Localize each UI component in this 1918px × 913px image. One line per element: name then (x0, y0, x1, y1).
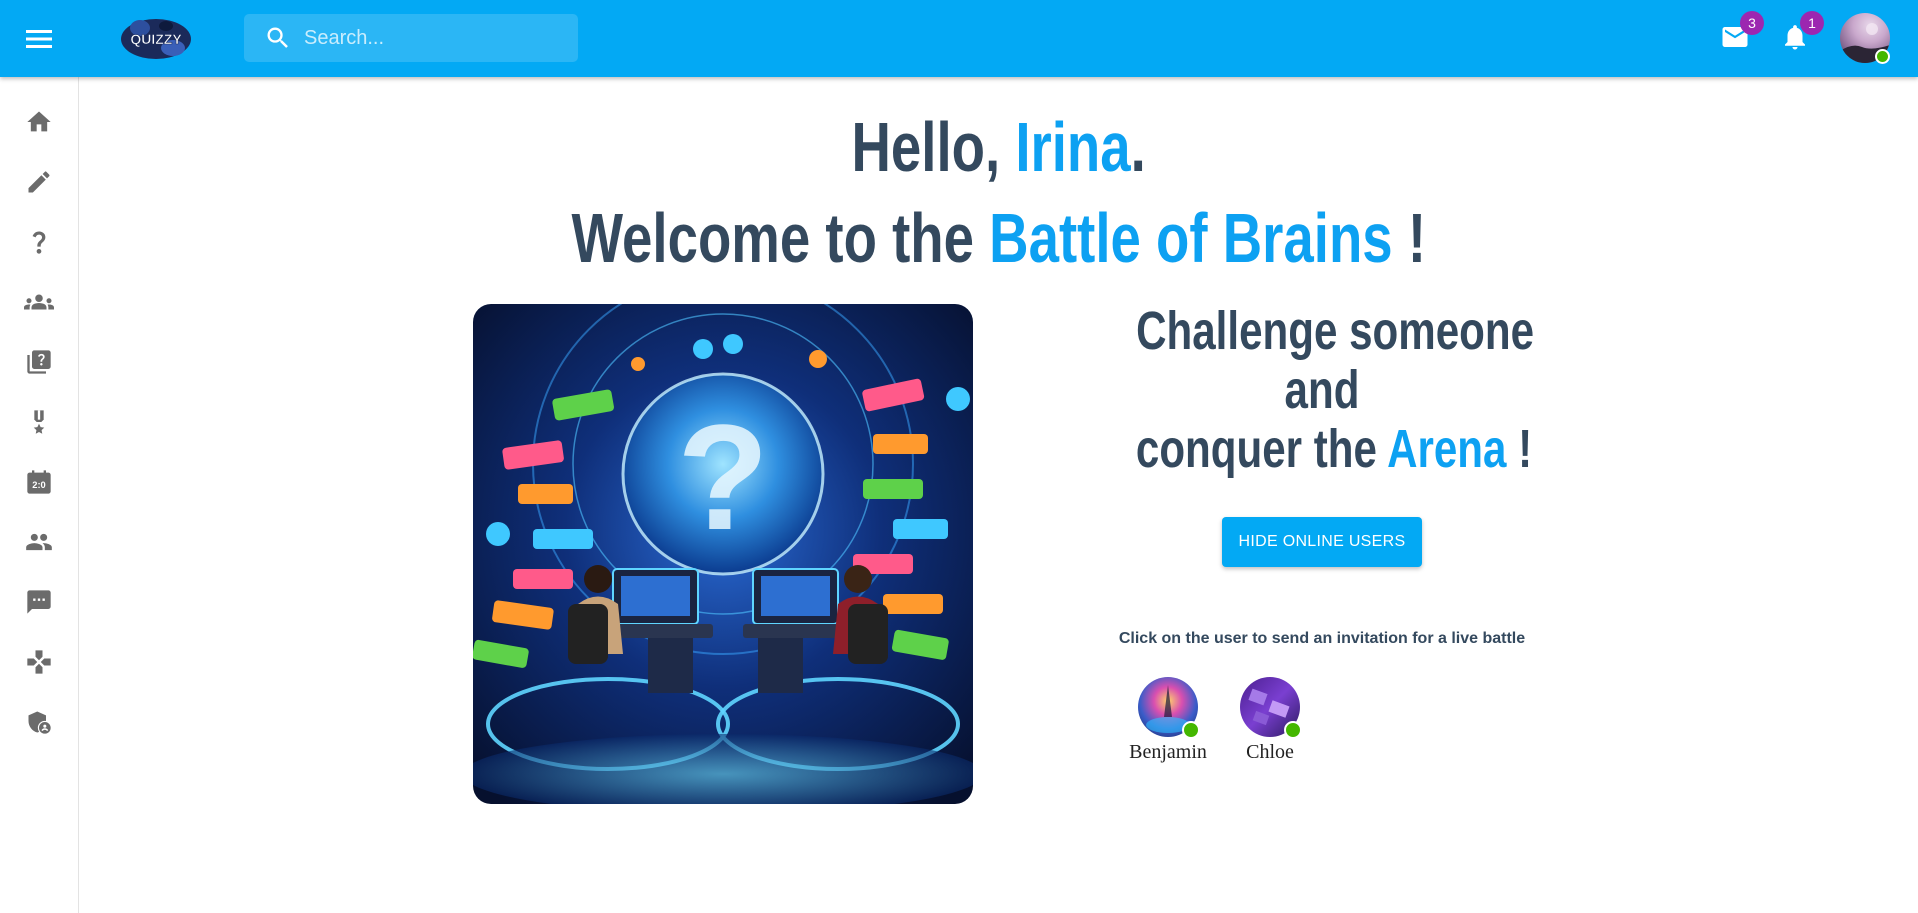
sidebar-item-admin[interactable] (21, 704, 57, 740)
chat-icon (27, 590, 51, 614)
svg-text:2:0: 2:0 (32, 480, 45, 490)
online-status-dot (1182, 721, 1200, 739)
sidebar-item-scores[interactable]: 2:0 (21, 464, 57, 500)
search-icon (267, 27, 288, 48)
battle-of-brains-text: Battle of Brains (989, 199, 1393, 277)
sidebar-item-quizzes[interactable] (21, 344, 57, 380)
hide-online-users-button[interactable]: HIDE ONLINE USERS (1222, 517, 1422, 567)
question-icon (32, 231, 46, 254)
mail-button[interactable]: 3 (1718, 11, 1764, 54)
challenge-heading: Challenge someone and conquer the Arena … (1080, 302, 1564, 479)
app-bar: QUIZZY 3 1 (0, 0, 1918, 77)
notifications-button[interactable]: 1 (1778, 11, 1824, 54)
challenge-line1: Challenge someone (1136, 301, 1535, 361)
hello-text: Hello, (851, 108, 1001, 186)
user-name-label: Benjamin (1129, 741, 1207, 763)
challenge-line2: and (1284, 360, 1360, 420)
search-bar[interactable] (244, 14, 578, 62)
scoreboard-icon: 2:0 (27, 470, 51, 494)
greeting-heading: Hello, Irina. (80, 108, 1918, 186)
arena-text: Arena (1387, 419, 1507, 479)
sidebar-item-groups[interactable] (21, 284, 57, 320)
sidebar-item-games[interactable] (21, 644, 57, 680)
admin-shield-icon (28, 711, 51, 734)
gamepad-icon (27, 650, 51, 674)
pencil-icon (28, 171, 50, 193)
home-icon (27, 111, 51, 132)
sidebar-item-messages[interactable] (21, 584, 57, 620)
notification-count-badge: 1 (1800, 11, 1824, 35)
challenge-line3: conquer the (1135, 419, 1377, 479)
avatar (1240, 677, 1302, 739)
sidebar-item-home[interactable] (21, 104, 57, 140)
svg-text:?: ? (677, 393, 769, 561)
search-input[interactable] (304, 26, 564, 50)
mail-count-badge: 3 (1740, 11, 1764, 35)
svg-text:QUIZZY: QUIZZY (130, 31, 182, 47)
welcome-heading: Welcome to the Battle of Brains ! (80, 198, 1918, 278)
groups-icon (24, 294, 54, 310)
medal-icon (33, 410, 45, 434)
online-status-dot (1284, 721, 1302, 739)
user-name: Irina (1015, 108, 1131, 186)
battle-illustration: ? (473, 304, 973, 804)
quizzy-logo[interactable]: QUIZZY (118, 12, 194, 64)
menu-icon[interactable] (22, 22, 56, 56)
avatar (1138, 677, 1200, 739)
greeting-period: . (1130, 108, 1147, 186)
welcome-text: Welcome to the (571, 199, 975, 277)
user-name-label: Chloe (1246, 741, 1294, 763)
online-user-benjamin[interactable]: Benjamin (1122, 677, 1214, 764)
quiz-library-icon (27, 350, 51, 374)
online-status-dot (1875, 49, 1890, 64)
online-user-chloe[interactable]: Chloe (1224, 677, 1316, 764)
sidebar: 2:0 (0, 77, 79, 913)
sidebar-item-questions[interactable] (21, 224, 57, 260)
invitation-hint: Click on the user to send an invitation … (1118, 630, 1526, 647)
challenge-exclaim: ! (1518, 419, 1533, 479)
welcome-exclaim: ! (1408, 199, 1427, 277)
people-icon (26, 533, 52, 551)
sidebar-item-edit[interactable] (21, 164, 57, 200)
sidebar-item-friends[interactable] (21, 524, 57, 560)
sidebar-item-achievements[interactable] (21, 404, 57, 440)
